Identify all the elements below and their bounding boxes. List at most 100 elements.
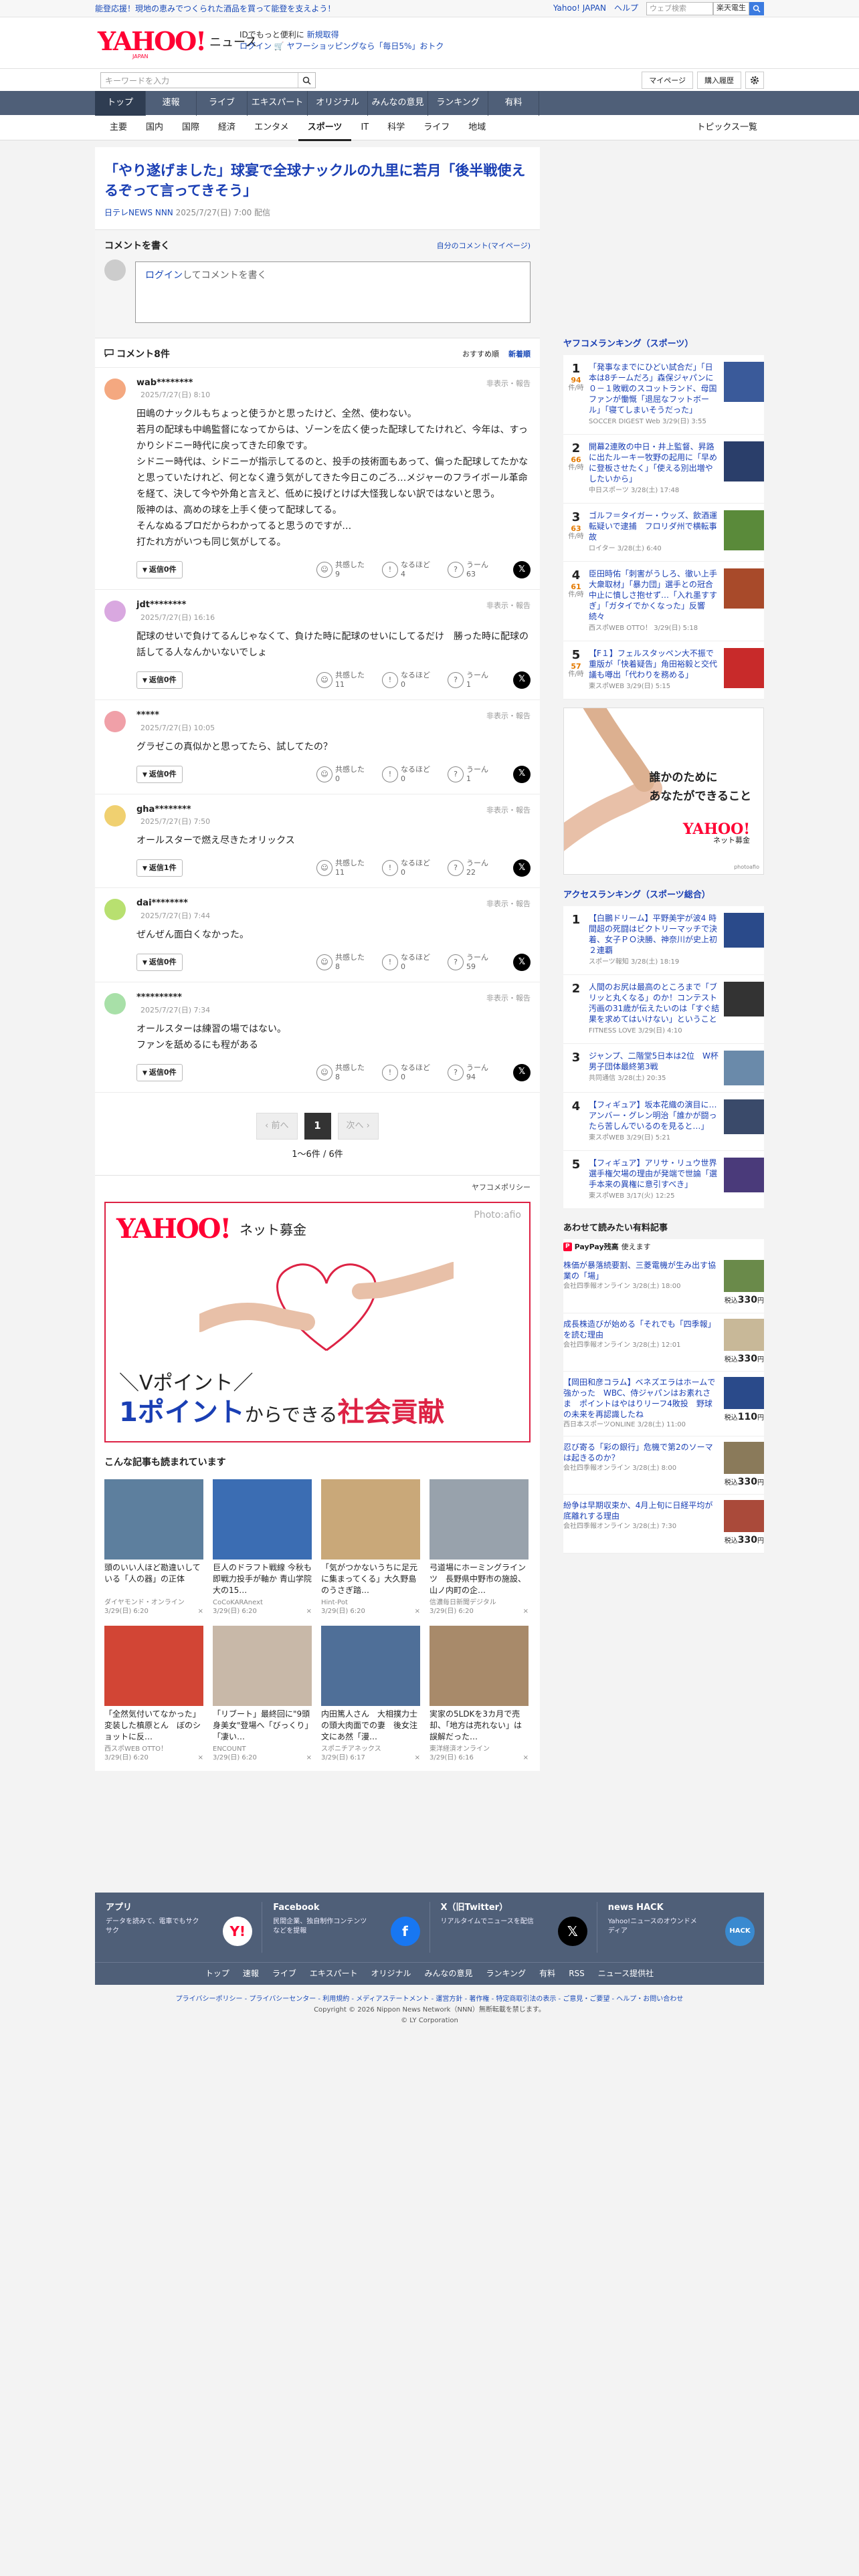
reaction-empathy-button[interactable]: ☺ 共感した 8 — [316, 953, 370, 972]
gnav-ranking[interactable]: ランキング — [428, 91, 488, 116]
reaction-hmm-button[interactable]: ? うーん 22 — [448, 859, 501, 877]
gnav-top[interactable]: トップ — [95, 91, 146, 116]
comment-user[interactable]: jdt******** — [136, 599, 531, 612]
gnav-expert[interactable]: エキスパート — [248, 91, 308, 116]
related-article-card[interactable]: 「リブート」最終回に"9頭身美女"登場へ「びっくり」「凄い… ENCOUNT 3/2… — [213, 1625, 312, 1763]
footer-link[interactable]: エキスパート — [310, 1968, 358, 1985]
keyword-search-input[interactable]: キーワードを入力 — [101, 73, 298, 88]
related-article-card[interactable]: 「気がつかないうちに足元に集まってくる」大久野島のうさぎ踏… Hint-Pot 3/… — [321, 1479, 420, 1616]
ranking-item[interactable]: 5 57 件/時 【F１】フェルスタッペン大不振で重版が「快着疑告」角田裕毅と交代議も… — [563, 641, 764, 700]
search-icon[interactable] — [749, 2, 764, 15]
login-link[interactable]: ログイン — [240, 41, 272, 51]
topics-list-link[interactable]: トピックス一覧 — [696, 122, 757, 134]
report-link[interactable]: 非表示・報告 — [486, 993, 531, 1004]
comment-input[interactable]: ログインしてコメントを書く — [135, 261, 531, 323]
reply-button[interactable]: ▼ 返信1件 — [136, 859, 183, 877]
reply-button[interactable]: ▼ 返信0件 — [136, 671, 183, 689]
footer-link[interactable]: ライブ — [272, 1968, 296, 1985]
web-search-input[interactable]: ウェブ検索 — [646, 2, 713, 15]
reaction-naruhodo-button[interactable]: ! なるほど 0 — [382, 953, 436, 972]
related-article-card[interactable]: 内田篤人さん 大相撲力士の頭大肉面での妻 後女注文にあ然「漫… スポニチアネックス… — [321, 1625, 420, 1763]
cat-main[interactable]: 主要 — [100, 115, 136, 141]
help-link[interactable]: ヘルプ — [614, 3, 638, 14]
report-link[interactable]: 非表示・報告 — [486, 711, 531, 722]
avatar[interactable] — [104, 378, 126, 400]
footer-legal-links[interactable]: プライバシーポリシー - プライバシーセンター - 利用規約 - メディアステー… — [95, 1994, 764, 2005]
ranking-item[interactable]: 4 61 件/時 臣田時佑「刺害がうしろ、徹い上手大衆取材」「暴力団」選手との冠合中止… — [563, 562, 764, 641]
report-link[interactable]: 非表示・報告 — [486, 805, 531, 816]
reaction-hmm-button[interactable]: ? うーん 63 — [448, 560, 501, 579]
shopping-promo-link[interactable]: ヤフーショッピングなら「毎日5%」おトク — [287, 41, 444, 51]
reaction-empathy-button[interactable]: ☺ 共感した 0 — [316, 765, 370, 784]
comment-user[interactable]: gha******** — [136, 804, 531, 817]
reply-button[interactable]: ▼ 返信0件 — [136, 1063, 183, 1081]
related-article-card[interactable]: 巨人のドラフト戦線 今秋も即戦力投手が軸か 青山学院大の15… CoCoKARAn… — [213, 1479, 312, 1616]
signup-link[interactable]: 新規取得 — [307, 30, 339, 39]
donation-ad-banner[interactable]: YAHOO! ネット募金 Photo:afio ＼Vポイント／ 1ポイントからで… — [104, 1202, 531, 1443]
avatar[interactable] — [104, 710, 126, 732]
access-ranking-item[interactable]: 5 【フィギュア】アリサ・リュウ世界選手権欠場の理由が発端で世論「選手本来の異権に… — [563, 1151, 764, 1209]
prev-page-button[interactable]: ‹ 前へ — [256, 1112, 298, 1140]
access-ranking-item[interactable]: 1 【白鵬ドリーム】平野美宇が波4 時間超の死闘はビクトリーマッチで決着、女子ＰＯ… — [563, 906, 764, 975]
avatar[interactable] — [104, 804, 126, 827]
paid-article[interactable]: 株価が暴落続要割、三菱電機が生み出す協業の「場」 会社四季報オンライン 3/28(… — [563, 1255, 764, 1313]
access-ranking-item[interactable]: 2 人間のお尻は最高のところまで「ブリッと丸くなる」のか！コンテスト汚画の31歳が… — [563, 975, 764, 1044]
comment-policy-link[interactable]: ヤフコメポリシー — [472, 1183, 531, 1192]
x-share-icon[interactable]: 𝕏 — [513, 671, 531, 689]
close-icon[interactable]: × — [415, 1607, 420, 1616]
reaction-hmm-button[interactable]: ? うーん 94 — [448, 1063, 501, 1082]
web-search-button[interactable]: 楽天電生 — [713, 2, 749, 15]
reaction-empathy-button[interactable]: ☺ 共感した 9 — [316, 560, 370, 579]
reply-button[interactable]: ▼ 返信0件 — [136, 765, 183, 783]
gear-icon[interactable] — [745, 72, 764, 89]
footer-link[interactable]: オリジナル — [371, 1968, 411, 1985]
ranking-item[interactable]: 1 94 件/時 「発事なまでにひどい試合だ」「日本は8チームだろ」森保ジャパンに０－… — [563, 355, 764, 435]
cat-it[interactable]: IT — [351, 115, 378, 141]
avatar[interactable] — [104, 899, 126, 921]
next-page-button[interactable]: 次へ › — [337, 1112, 379, 1140]
footer-link[interactable]: ニュース提供社 — [598, 1968, 654, 1985]
report-link[interactable]: 非表示・報告 — [486, 601, 531, 611]
reaction-hmm-button[interactable]: ? うーん 1 — [448, 765, 501, 784]
cat-world[interactable]: 国際 — [173, 115, 209, 141]
reaction-naruhodo-button[interactable]: ! なるほど 4 — [382, 560, 436, 579]
paid-article[interactable]: 忍び寄る「彩の銀行」危機で第2のソーマは起きるのか？ 会社四季報オンライン 3/2… — [563, 1436, 764, 1495]
close-icon[interactable]: × — [415, 1753, 420, 1763]
x-share-icon[interactable]: 𝕏 — [513, 859, 531, 877]
page-number-button[interactable]: 1 — [304, 1112, 331, 1140]
ranking-item[interactable]: 3 63 件/時 ゴルフ＝タイガー・ウッズ、飲酒運転疑いで逮捕 フロリダ州で横転事故ロ… — [563, 504, 764, 562]
reaction-naruhodo-button[interactable]: ! なるほど 0 — [382, 1063, 436, 1082]
cat-economy[interactable]: 経済 — [209, 115, 245, 141]
avatar[interactable] — [104, 601, 126, 623]
reply-button[interactable]: ▼ 返信0件 — [136, 953, 183, 971]
sort-recommended[interactable]: おすすめ順 — [462, 349, 499, 360]
purchase-history-button[interactable]: 購入履歴 — [697, 72, 741, 89]
reaction-hmm-button[interactable]: ? うーん 59 — [448, 953, 501, 972]
cat-entertainment[interactable]: エンタメ — [245, 115, 298, 141]
gnav-opinion[interactable]: みんなの意見 — [368, 91, 428, 116]
gnav-paid[interactable]: 有料 — [488, 91, 539, 116]
promo-link[interactable]: 能登応援！現地の恵みでつくられた酒品を買って能登を支えよう！ — [95, 3, 335, 15]
reaction-empathy-button[interactable]: ☺ 共感した 8 — [316, 1063, 370, 1082]
close-icon[interactable]: × — [198, 1607, 203, 1616]
comment-user[interactable]: dai******** — [136, 897, 531, 910]
yahoo-news-logo[interactable]: YAHOO! JAPAN ニュース — [98, 29, 257, 60]
paid-article[interactable]: 【岡田和彦コラム】ベネズエラはホームで強かった WBC、侍ジャパンはお素れさま … — [563, 1372, 764, 1437]
article-source[interactable]: 日テレNEWS NNN — [104, 208, 173, 217]
my-comments-link[interactable]: 自分のコメント(マイページ) — [437, 241, 531, 251]
reaction-empathy-button[interactable]: ☺ 共感した 11 — [316, 859, 370, 877]
footer-link[interactable]: RSS — [569, 1968, 585, 1985]
search-icon[interactable] — [298, 73, 315, 88]
paid-article[interactable]: 紛争は早期収束か、4月上旬に日経平均が底離れする理由 会社四季報オンライン 3/2… — [563, 1495, 764, 1553]
x-share-icon[interactable]: 𝕏 — [513, 561, 531, 579]
close-icon[interactable]: × — [523, 1607, 529, 1616]
related-article-card[interactable]: 弓道場にホーミングラインツ 長野県中野市の施設、山ノ内町の企… 信濃毎日新聞デジタ… — [430, 1479, 529, 1616]
paid-article[interactable]: 成長株造びが始める「それでも「四季報」を読む理由 会社四季報オンライン 3/28(… — [563, 1313, 764, 1372]
reaction-naruhodo-button[interactable]: ! なるほど 0 — [382, 671, 436, 689]
footer-link[interactable]: トップ — [205, 1968, 229, 1985]
comment-user[interactable]: ***** — [136, 710, 531, 722]
access-ranking-item[interactable]: 4 【フィギュア】坂本花織の演目に…アンバー・グレン明治「誰かが闘ったら苦しんでい… — [563, 1093, 764, 1151]
gnav-original[interactable]: オリジナル — [308, 91, 368, 116]
gnav-breaking[interactable]: 速報 — [146, 91, 197, 116]
comment-user[interactable]: wab******** — [136, 377, 531, 390]
